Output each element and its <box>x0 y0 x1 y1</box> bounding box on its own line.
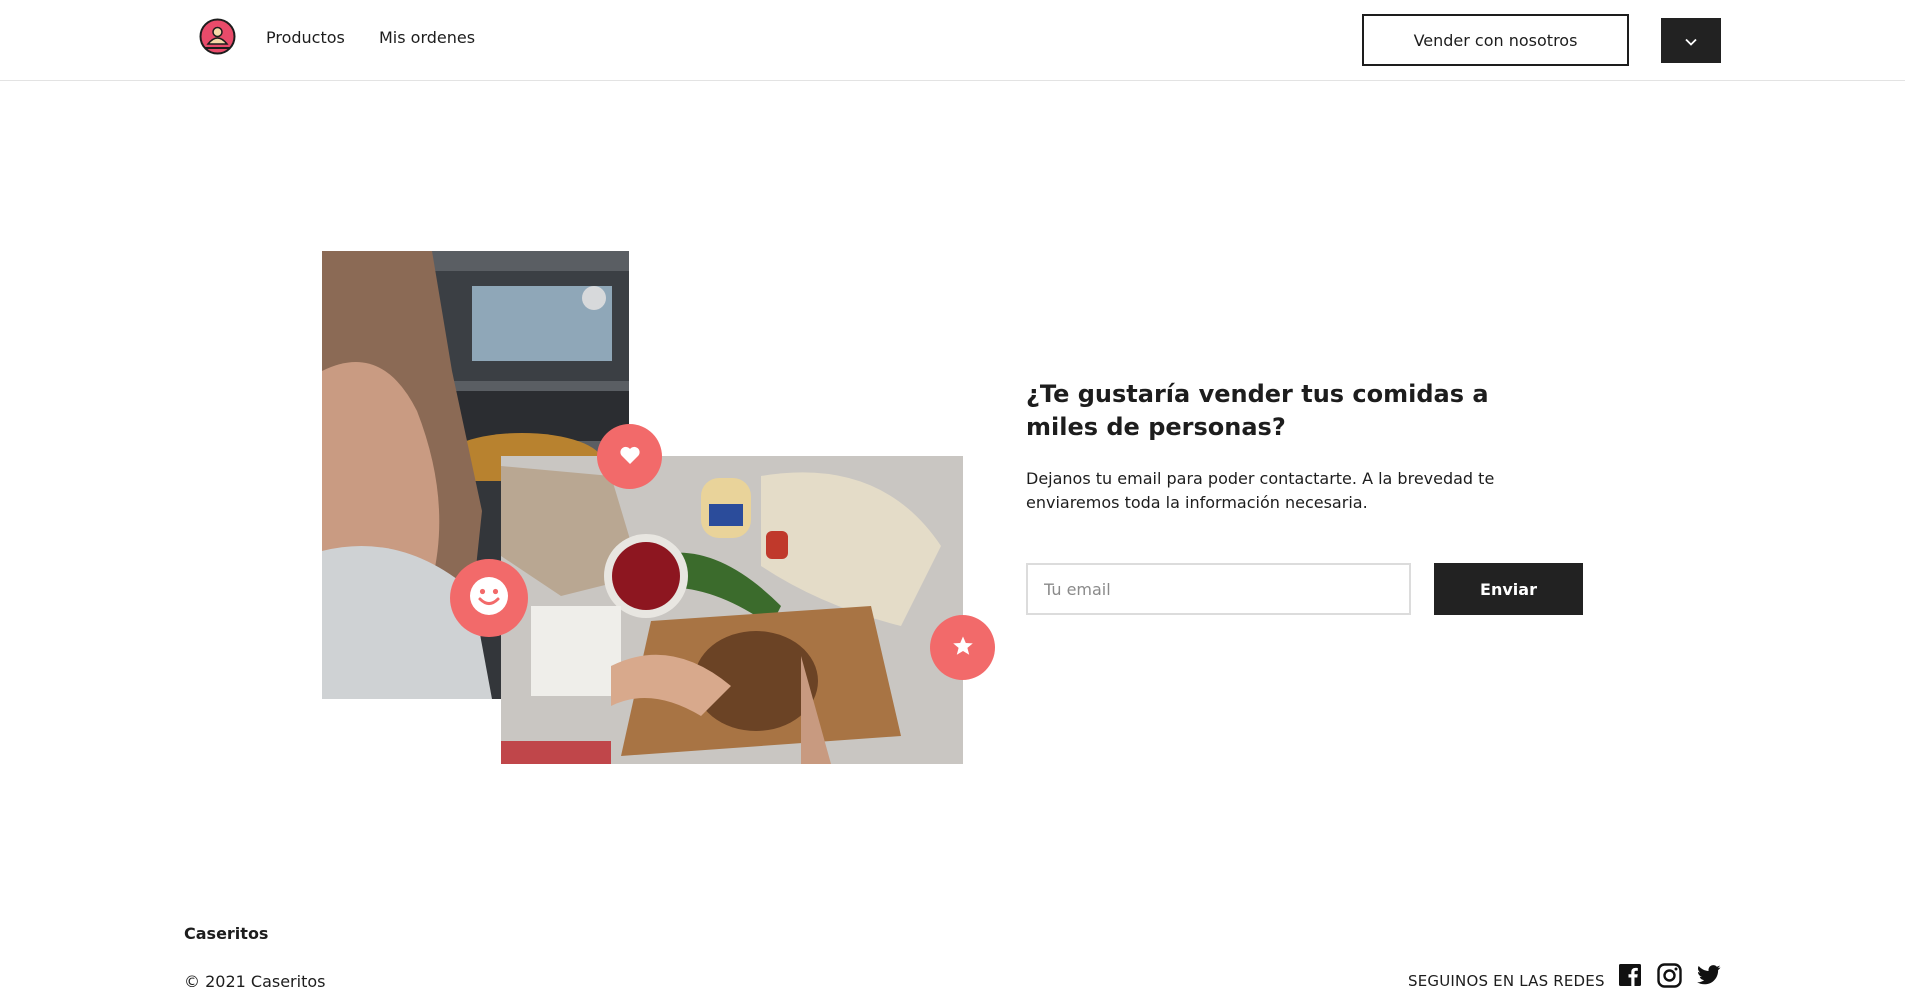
star-icon <box>952 635 974 661</box>
smile-icon <box>469 576 509 620</box>
nav-productos[interactable]: Productos <box>266 28 345 47</box>
hero-description: Dejanos tu email para poder contactarte.… <box>1026 469 1495 512</box>
footer-copyright: © 2021 Caseritos <box>184 972 326 991</box>
hero-headline: ¿Te gustaría vender tus comidas a miles … <box>1026 380 1489 441</box>
footer-social-label: SEGUINOS EN LAS REDES <box>1408 972 1605 990</box>
site-header: Productos Mis ordenes Vender con nosotro… <box>0 0 1905 81</box>
chevron-down-icon <box>1685 31 1697 50</box>
heart-icon <box>619 445 641 469</box>
smile-badge <box>450 559 528 637</box>
user-menu-dropdown[interactable] <box>1661 18 1721 63</box>
bread-cutting-board-photo <box>501 456 963 764</box>
heart-badge <box>597 424 662 489</box>
caseritos-logo-icon[interactable] <box>199 18 236 55</box>
star-badge <box>930 615 995 680</box>
facebook-icon[interactable] <box>1617 962 1643 988</box>
vender-con-nosotros-button[interactable]: Vender con nosotros <box>1362 14 1629 66</box>
enviar-button[interactable]: Enviar <box>1434 563 1583 615</box>
hero-image-collage <box>322 251 1002 766</box>
footer-brand: Caseritos <box>184 924 269 943</box>
email-input[interactable] <box>1026 563 1411 615</box>
instagram-icon[interactable] <box>1656 962 1682 988</box>
nav-mis-ordenes[interactable]: Mis ordenes <box>379 28 475 47</box>
twitter-icon[interactable] <box>1696 962 1722 988</box>
